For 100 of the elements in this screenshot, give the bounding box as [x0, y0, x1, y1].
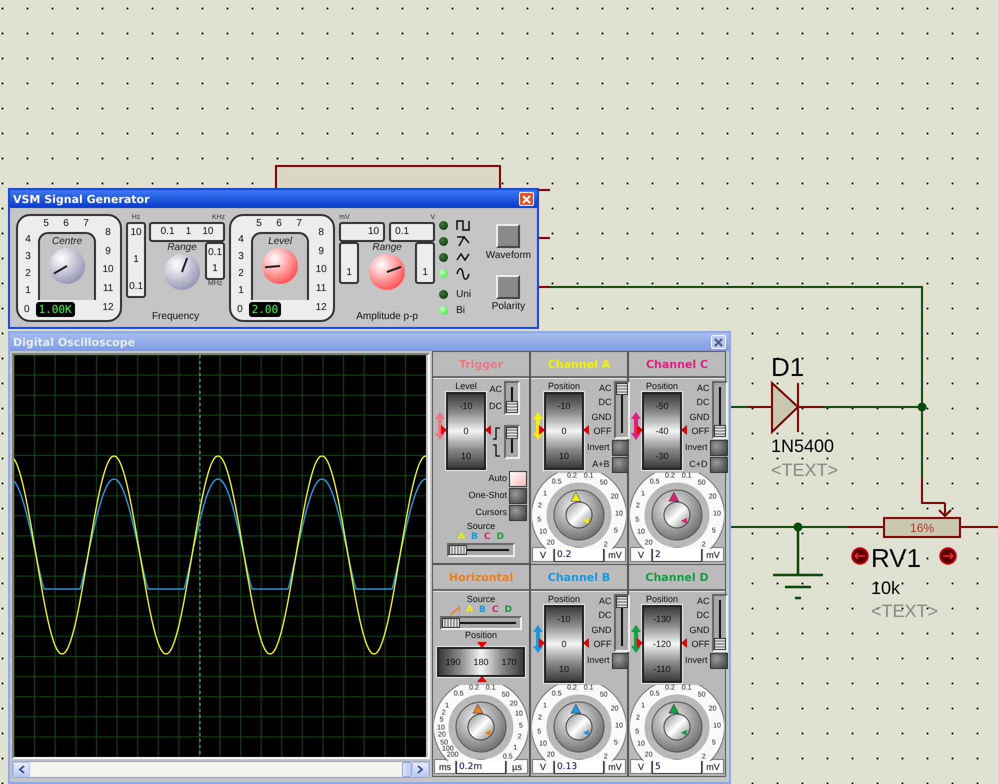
- scale-label: 7: [296, 218, 302, 228]
- up-down-arrow-icon: [533, 624, 543, 652]
- slider-thumb[interactable]: [449, 545, 467, 555]
- slider-thumb[interactable]: [714, 425, 726, 437]
- scroll-right-button[interactable]: [412, 762, 429, 777]
- source-letter[interactable]: D: [496, 532, 504, 543]
- slider-thumb[interactable]: [616, 383, 628, 395]
- scale-label: -10: [557, 401, 570, 412]
- value-display: 1.00K: [36, 302, 75, 317]
- scale-label: -30: [655, 450, 668, 461]
- toggle-button[interactable]: [612, 440, 630, 456]
- coupling-label: AC: [697, 596, 710, 607]
- control-label: Position: [548, 381, 580, 392]
- source-letter[interactable]: A: [458, 532, 465, 543]
- slider-thumb[interactable]: [616, 596, 628, 608]
- coupling-label: DC: [696, 397, 710, 408]
- scroll-left-button[interactable]: [13, 762, 30, 777]
- coupling-label: DC: [598, 610, 612, 622]
- scale-label: -120: [652, 638, 671, 649]
- toggle-button[interactable]: [612, 456, 630, 472]
- value-field[interactable]: 0.2m: [456, 759, 506, 774]
- chevron-left-icon: [18, 765, 25, 774]
- control-label: Position: [646, 381, 678, 392]
- scale-label: 190: [445, 657, 461, 667]
- coupling-label: AC: [599, 382, 612, 394]
- scale-label: 12: [102, 303, 114, 314]
- value-field[interactable]: 5: [652, 759, 702, 774]
- polarity-label: Uni: [456, 288, 472, 300]
- waveform-button[interactable]: Waveform: [486, 224, 531, 260]
- coupling-label: AC: [599, 596, 612, 607]
- slider-thumb[interactable]: [506, 427, 518, 439]
- property-label: <TEXT>: [871, 601, 938, 621]
- pointer-icon: [477, 642, 487, 648]
- scale-label: 10: [102, 265, 114, 276]
- source-letter[interactable]: B: [479, 605, 486, 616]
- scale-label: 5: [43, 218, 49, 228]
- control-label: Source: [466, 594, 496, 605]
- scale-label: 180: [473, 657, 489, 667]
- knob-label: Level: [268, 236, 292, 246]
- rotary-knob[interactable]: [553, 489, 605, 541]
- source-letter[interactable]: C: [484, 532, 490, 543]
- toggle-button[interactable]: [509, 470, 527, 486]
- slider-thumb[interactable]: [714, 638, 726, 650]
- toggle-button[interactable]: [710, 440, 728, 456]
- toggle-button[interactable]: [710, 456, 728, 472]
- rotary-knob[interactable]: [163, 252, 202, 290]
- pointer-icon: [477, 676, 487, 682]
- option-label: C+D: [689, 459, 708, 470]
- rotary-knob[interactable]: [261, 246, 300, 284]
- panel-title: Trigger: [433, 352, 529, 378]
- pointer-icon: [441, 425, 447, 435]
- value-field[interactable]: 0.2: [554, 547, 604, 562]
- rotary-knob[interactable]: [651, 701, 703, 753]
- source-letter[interactable]: A: [466, 605, 473, 616]
- source-letter[interactable]: B: [471, 532, 478, 543]
- value-field[interactable]: 2: [652, 547, 702, 562]
- slider-thumb[interactable]: [442, 618, 460, 628]
- scroll-thumb[interactable]: [402, 762, 412, 777]
- falling-edge-icon: [493, 444, 501, 457]
- scale-label: 9: [318, 246, 324, 257]
- scale-label: 10: [130, 228, 142, 238]
- pointer-icon: [539, 638, 545, 648]
- close-button[interactable]: [711, 335, 726, 349]
- scale-label: 3: [25, 252, 31, 262]
- section-caption: Amplitude p-p: [356, 310, 418, 322]
- option-label: Invert: [587, 655, 610, 666]
- scale-label: 1: [346, 268, 352, 278]
- rotary-knob[interactable]: [455, 701, 507, 753]
- rotary-knob[interactable]: [368, 252, 406, 290]
- scale-label: 10: [316, 265, 327, 276]
- coupling-label: AC: [489, 384, 502, 395]
- toggle-button[interactable]: [509, 504, 527, 520]
- source-letter[interactable]: D: [504, 605, 512, 616]
- rotary-knob[interactable]: [48, 246, 86, 284]
- rotary-knob[interactable]: [553, 701, 605, 753]
- scale-label: 6: [63, 218, 69, 228]
- toggle-button[interactable]: [710, 652, 728, 668]
- toggle-button[interactable]: [509, 488, 527, 504]
- scale-label: 0.1: [129, 282, 144, 292]
- close-button[interactable]: [519, 192, 534, 206]
- scale-label: 11: [102, 284, 114, 294]
- scale-label: 0: [561, 638, 566, 649]
- slider-thumb[interactable]: [506, 401, 518, 413]
- option-label: Invert: [685, 655, 708, 666]
- rotary-knob[interactable]: [651, 489, 703, 541]
- coupling-label: DC: [696, 610, 710, 622]
- value-label: 1N5400: [771, 436, 834, 456]
- scale-label: 10: [368, 226, 380, 236]
- pin-state-icon: [939, 547, 957, 565]
- window-title: VSM Signal Generator: [13, 192, 150, 206]
- scale-label: -40: [655, 426, 668, 436]
- value-field[interactable]: 0.13: [554, 759, 604, 774]
- coupling-label: GND: [592, 624, 612, 636]
- coupling-label: DC: [489, 401, 502, 412]
- toggle-button[interactable]: [612, 652, 630, 668]
- junction-dot: [794, 522, 802, 532]
- panel-title: Channel C: [629, 352, 725, 378]
- source-letter[interactable]: C: [492, 605, 498, 616]
- coupling-label: DC: [598, 397, 612, 408]
- polarity-button[interactable]: Polarity: [492, 274, 526, 312]
